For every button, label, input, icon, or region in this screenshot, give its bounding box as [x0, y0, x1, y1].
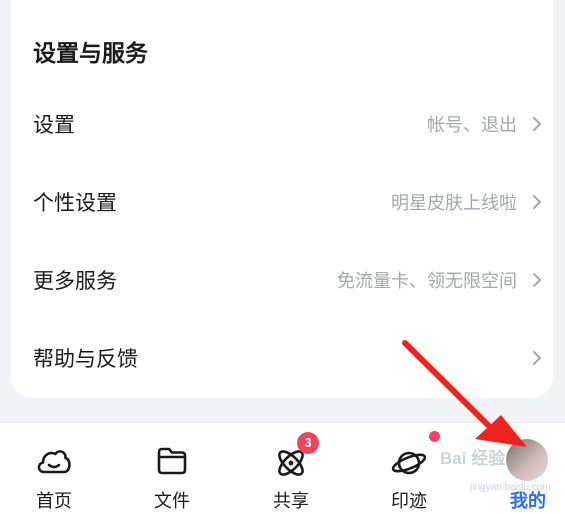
settings-row-settings[interactable]: 设置 帐号、退出: [11, 94, 553, 154]
row-label: 更多服务: [33, 269, 117, 293]
tab-label: 印迹: [391, 491, 427, 512]
row-description: 帐号、退出: [427, 115, 517, 136]
section-title: 设置与服务: [33, 41, 148, 67]
row-description: 明星皮肤上线啦: [391, 193, 517, 214]
tab-home[interactable]: 首页: [14, 423, 94, 514]
chevron-right-icon: [533, 273, 541, 287]
notification-badge: 3: [297, 432, 319, 454]
chevron-right-icon: [533, 195, 541, 209]
watermark-url: jingyan.baidu.com: [470, 482, 551, 493]
settings-row-more-services[interactable]: 更多服务 免流量卡、领无限空间: [11, 250, 553, 310]
tab-label: 文件: [154, 491, 190, 512]
tab-share[interactable]: 3 共享: [251, 423, 331, 514]
row-label: 帮助与反馈: [33, 347, 138, 371]
row-label: 个性设置: [33, 191, 117, 215]
chevron-right-icon: [533, 117, 541, 131]
tab-files[interactable]: 文件: [132, 423, 212, 514]
row-description: 免流量卡、领无限空间: [337, 271, 517, 292]
row-label: 设置: [33, 113, 75, 137]
cloud-icon: [37, 450, 71, 474]
tab-label: 首页: [36, 491, 72, 512]
annotation-arrow-icon: [402, 340, 527, 447]
tab-label: 共享: [273, 491, 309, 512]
settings-row-personalization[interactable]: 个性设置 明星皮肤上线啦: [11, 172, 553, 232]
folder-icon: [157, 447, 187, 475]
